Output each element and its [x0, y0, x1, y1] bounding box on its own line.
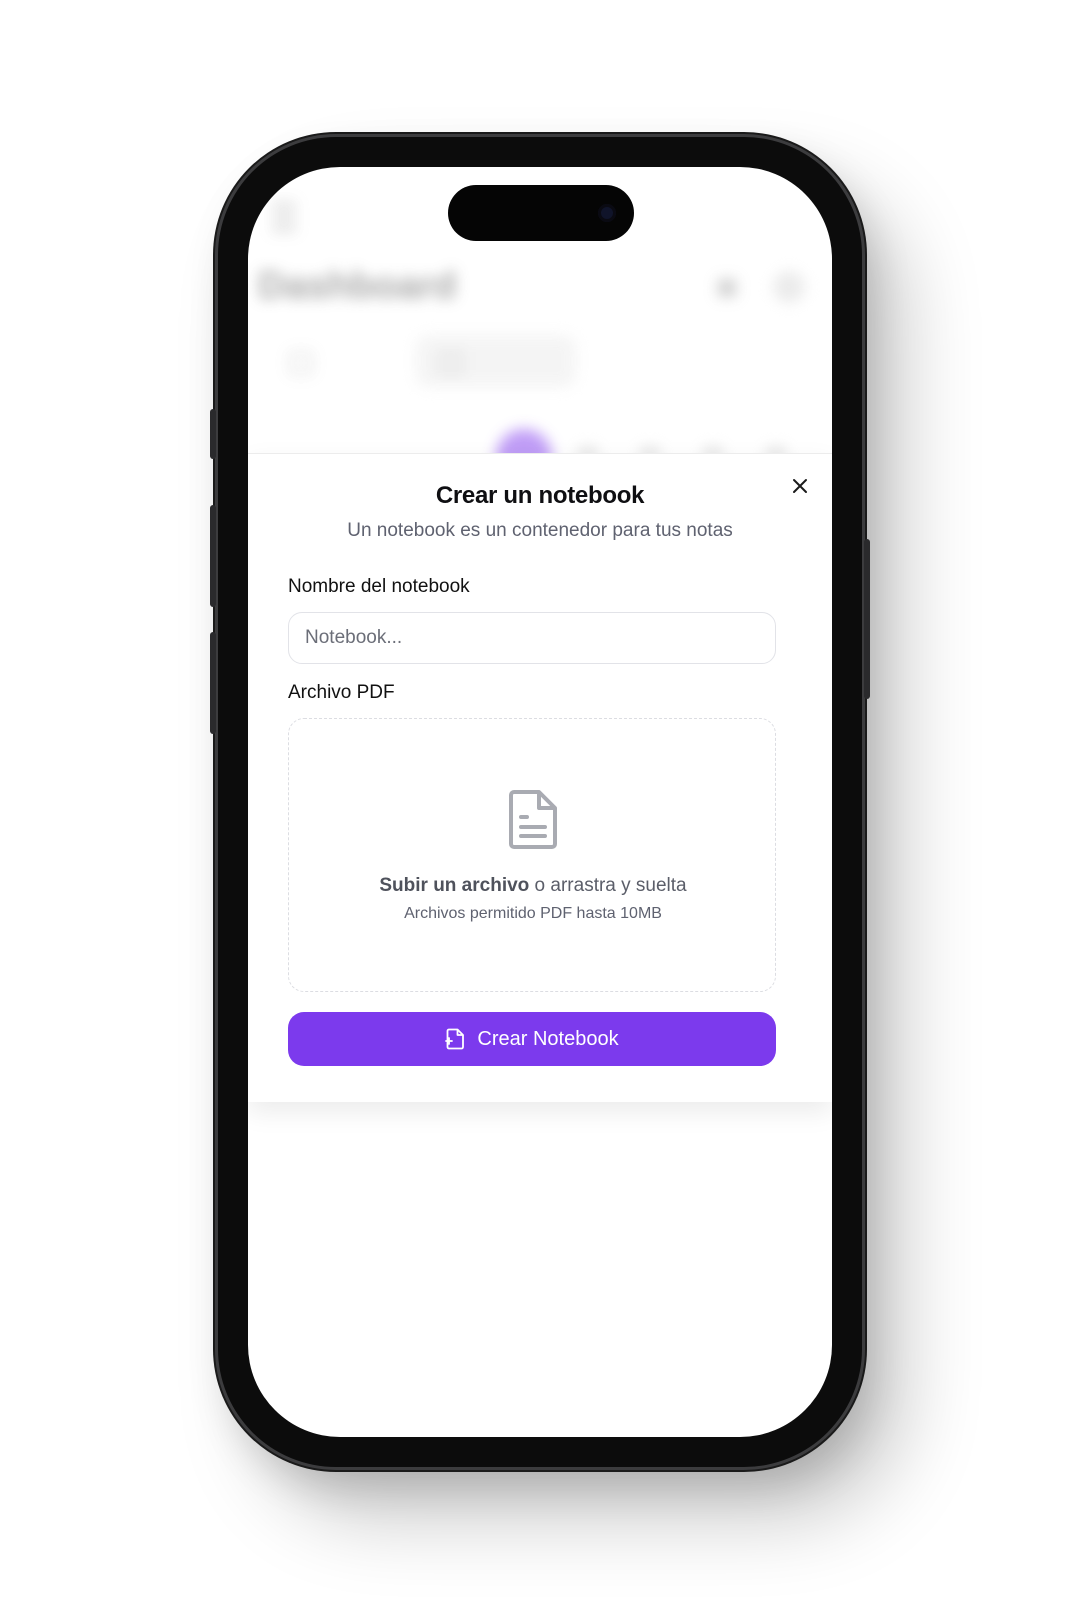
upload-file-link[interactable]: Subir un archivo [379, 875, 529, 896]
create-notebook-button[interactable]: Crear Notebook [288, 1012, 776, 1066]
volume-up-button [210, 505, 216, 607]
settings-icon [718, 279, 736, 297]
phone-screen: Dashboard Crear un notebook Un notebook … [248, 167, 832, 1437]
pdf-label: Archivo PDF [288, 682, 395, 703]
file-plus-icon [445, 1028, 465, 1050]
notebook-name-label: Nombre del notebook [288, 576, 470, 597]
power-button [864, 539, 870, 699]
dialog-subtitle: Un notebook es un contenedor para tus no… [347, 520, 733, 541]
phone-frame: Dashboard Crear un notebook Un notebook … [210, 137, 870, 1467]
blurred-tab [266, 335, 396, 387]
avatar [773, 271, 805, 303]
volume-down-button [210, 632, 216, 734]
blurred-tab [416, 335, 576, 387]
dynamic-island [448, 185, 634, 241]
action-button [210, 409, 216, 459]
upload-instructions: Subir un archivo o arrastra y suelta [289, 875, 777, 897]
dialog-title: Crear un notebook [435, 482, 645, 509]
document-icon [509, 790, 557, 849]
create-notebook-label: Crear Notebook [477, 1027, 619, 1050]
pdf-dropzone[interactable]: Subir un archivo o arrastra y suelta Arc… [288, 718, 776, 992]
menu-icon [272, 203, 296, 231]
dashboard-title: Dashboard [258, 265, 457, 307]
notebook-name-input[interactable] [288, 612, 776, 664]
upload-hint: Archivos permitido PDF hasta 10MB [404, 905, 662, 922]
drag-drop-text: o arrastra y suelta [529, 875, 687, 896]
create-notebook-dialog: Crear un notebook Un notebook es un cont… [248, 453, 832, 1102]
front-camera [598, 204, 616, 222]
